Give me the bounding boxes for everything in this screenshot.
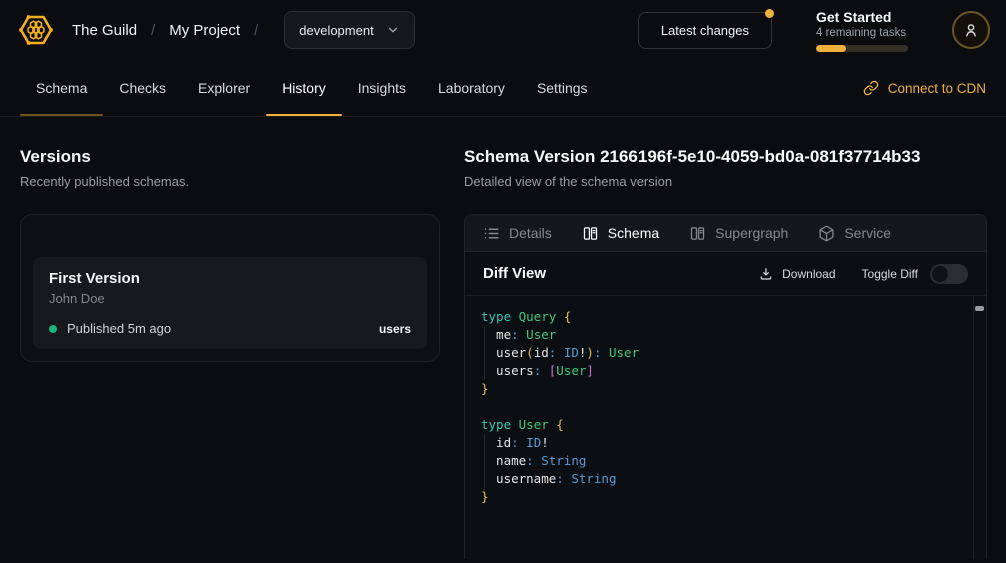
nav-tab-label: Explorer: [198, 80, 250, 96]
chevron-down-icon: [386, 23, 400, 37]
tab-indicator: [20, 114, 103, 116]
main-content: Versions Recently published schemas. Fir…: [0, 117, 1006, 559]
switch-knob: [932, 266, 948, 282]
breadcrumb-org[interactable]: The Guild: [70, 22, 139, 39]
schema-view-tab-label: Supergraph: [715, 225, 788, 241]
honeycomb-cells: [28, 21, 44, 39]
diff-view-title: Diff View: [483, 265, 546, 282]
version-list-item[interactable]: First Version John Doe Published 5m ago …: [33, 257, 427, 349]
versions-list-card: First Version John Doe Published 5m ago …: [20, 214, 440, 362]
versions-title: Versions: [20, 146, 440, 167]
user-avatar[interactable]: [952, 11, 990, 49]
notification-dot: [765, 9, 774, 18]
code-line: id: ID!: [481, 434, 970, 452]
target-selector[interactable]: development: [284, 11, 414, 49]
breadcrumb-separator: /: [139, 22, 167, 39]
toggle-diff-label: Toggle Diff: [862, 267, 918, 281]
get-started-subtitle: 4 remaining tasks: [816, 27, 908, 39]
get-started-title: Get Started: [816, 9, 908, 25]
schema-view-tab-schema[interactable]: Schema: [582, 225, 659, 242]
nav-tabs: Schema Checks Explorer History Insights Labor…: [20, 60, 604, 116]
nav-tab-label: Laboratory: [438, 80, 505, 96]
nav-tab-history[interactable]: History: [266, 60, 342, 116]
nav-tab-label: History: [282, 80, 326, 96]
version-detail-title: Schema Version 2166196f-5e10-4059-bd0a-0…: [464, 146, 987, 167]
nav-tab-label: Schema: [36, 80, 87, 96]
schema-view-panel: Details Schema Supergraph Service Diff View…: [464, 214, 987, 559]
toggle-diff-switch[interactable]: [930, 264, 968, 284]
code-line: type User {: [481, 416, 970, 434]
nav-tab-label: Settings: [537, 80, 588, 96]
download-label: Download: [782, 267, 835, 281]
code-scrollbar-thumb[interactable]: [975, 306, 984, 311]
list-icon: [483, 225, 500, 242]
person-icon: [961, 20, 981, 40]
code-line: user(id: ID!): User: [481, 344, 970, 362]
code-lines: type Query { me: User user(id: ID!): Use…: [481, 308, 970, 506]
breadcrumb-separator: /: [242, 22, 270, 39]
code-line: }: [481, 380, 970, 398]
code-line: me: User: [481, 326, 970, 344]
download-button[interactable]: Download: [758, 266, 835, 282]
schema-view-tab-supergraph[interactable]: Supergraph: [689, 225, 788, 242]
tab-indicator: [266, 114, 342, 116]
version-status: Published 5m ago: [67, 321, 171, 336]
hive-logo-icon[interactable]: [16, 10, 56, 50]
cube-icon: [818, 225, 835, 242]
target-selector-value: development: [299, 23, 373, 38]
versions-subtitle: Recently published schemas.: [20, 174, 440, 190]
get-started-widget[interactable]: Get Started 4 remaining tasks: [816, 9, 908, 52]
code-line: username: String: [481, 470, 970, 488]
get-started-progressbar: [816, 45, 908, 52]
nav-tab-laboratory[interactable]: Laboratory: [422, 60, 521, 116]
nav-tab-label: Checks: [119, 80, 166, 96]
version-name: First Version: [49, 270, 411, 287]
breadcrumb-project[interactable]: My Project: [167, 22, 242, 39]
schema-view-tab-service[interactable]: Service: [818, 225, 891, 242]
version-detail-subtitle: Detailed view of the schema version: [464, 174, 987, 190]
nav-tab-insights[interactable]: Insights: [342, 60, 422, 116]
code-line: [481, 398, 970, 416]
app-header: The Guild / My Project / development Lat…: [0, 0, 1006, 60]
version-detail-panel: Schema Version 2166196f-5e10-4059-bd0a-0…: [464, 146, 987, 559]
columns-icon: [689, 225, 706, 242]
latest-changes-button[interactable]: Latest changes: [638, 12, 772, 49]
connect-to-cdn-label: Connect to CDN: [888, 81, 986, 96]
schema-view-tabs: Details Schema Supergraph Service: [465, 215, 986, 252]
published-status-dot: [49, 325, 57, 333]
schema-code-viewer: type Query { me: User user(id: ID!): Use…: [465, 296, 986, 559]
schema-view-tab-label: Service: [844, 225, 891, 241]
version-service-badge: users: [379, 322, 411, 336]
code-scrollbar-track: [973, 296, 986, 559]
nav-tab-schema[interactable]: Schema: [20, 60, 103, 116]
nav-tab-explorer[interactable]: Explorer: [182, 60, 266, 116]
connect-to-cdn-button[interactable]: Connect to CDN: [863, 60, 986, 116]
latest-changes-label: Latest changes: [661, 23, 749, 38]
code-line: }: [481, 488, 970, 506]
download-icon: [758, 266, 774, 282]
nav-tab-label: Insights: [358, 80, 406, 96]
link-icon: [863, 80, 879, 96]
schema-view-tab-label: Details: [509, 225, 552, 241]
nav-tab-settings[interactable]: Settings: [521, 60, 604, 116]
columns-icon: [582, 225, 599, 242]
code-line: name: String: [481, 452, 970, 470]
version-author: John Doe: [49, 291, 411, 306]
versions-panel: Versions Recently published schemas. Fir…: [20, 146, 440, 559]
diff-view-header: Diff View Download Toggle Diff: [465, 252, 986, 296]
indent-guide: [484, 326, 485, 380]
schema-view-tab-details[interactable]: Details: [483, 225, 552, 242]
schema-view-tab-label: Schema: [608, 225, 659, 241]
get-started-progress-fill: [816, 45, 846, 52]
indent-guide: [484, 434, 485, 488]
nav-tab-checks[interactable]: Checks: [103, 60, 182, 116]
code-line: type Query {: [481, 308, 970, 326]
code-line: users: [User]: [481, 362, 970, 380]
main-nav: Schema Checks Explorer History Insights Labor…: [0, 60, 1006, 117]
